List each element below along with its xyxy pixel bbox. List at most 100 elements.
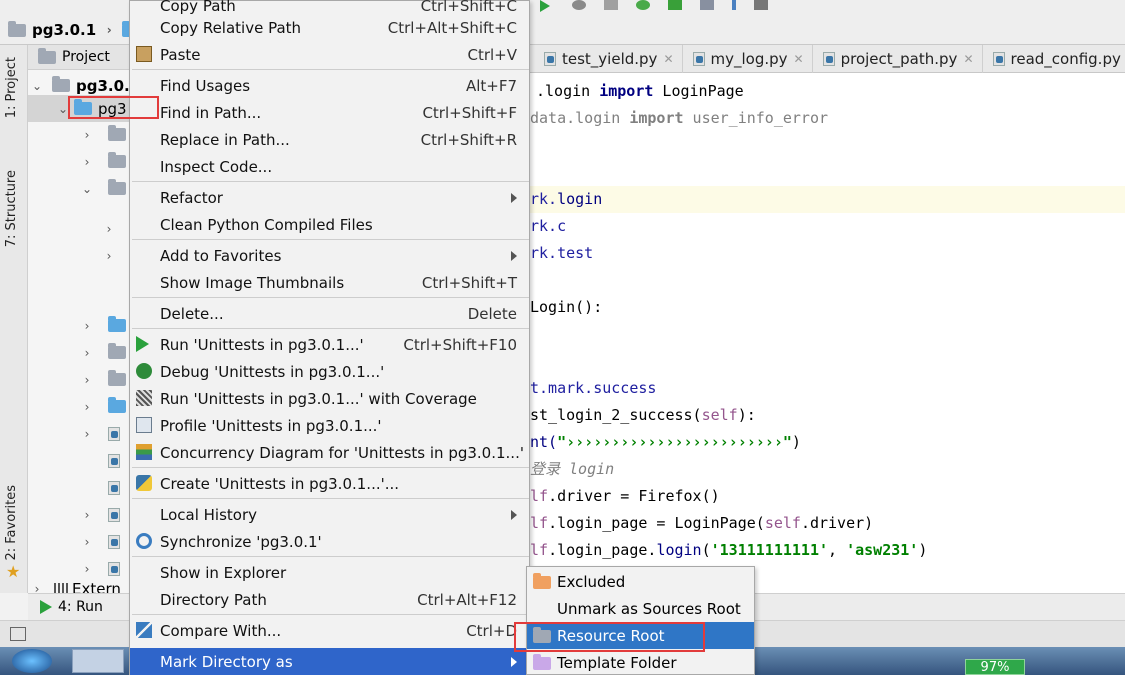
- chevron-right-icon: ›: [84, 345, 90, 360]
- tab-favorites[interactable]: 2: Favorites: [4, 485, 19, 561]
- menu-item-find-in-path[interactable]: Find in Path... Ctrl+Shift+F: [130, 99, 529, 126]
- menu-item-find-usages[interactable]: Find Usages Alt+F7: [130, 72, 529, 99]
- breadcrumb[interactable]: pg3.0.1 ›: [8, 18, 141, 42]
- menu-item-profile[interactable]: Profile 'Unittests in pg3.0.1...': [130, 412, 529, 439]
- submenu-item-template-folder[interactable]: Template Folder: [527, 649, 754, 675]
- tab-structure[interactable]: 7: Structure: [4, 170, 19, 247]
- menu-item-copy-relative-path[interactable]: Copy Relative Path Ctrl+Alt+Shift+C: [130, 14, 529, 41]
- run-icon[interactable]: [540, 0, 554, 12]
- folder-icon: [108, 152, 126, 168]
- menu-item-compare-with[interactable]: Compare With... Ctrl+D: [130, 617, 529, 644]
- project-panel-title: Project: [62, 49, 110, 65]
- tab-label: read_config.py: [1010, 50, 1121, 68]
- tree-item[interactable]: ›: [80, 528, 120, 555]
- tab-project[interactable]: 1: Project: [4, 57, 19, 118]
- code-line: st_login_2_success(self):: [530, 406, 756, 424]
- run-tab[interactable]: 4: Run: [58, 599, 103, 615]
- python-file-icon: [992, 52, 1005, 66]
- debug-icon[interactable]: [572, 0, 586, 10]
- chevron-right-icon: ›: [84, 534, 90, 549]
- menu-item-synchronize[interactable]: Synchronize 'pg3.0.1': [130, 528, 529, 555]
- menu-item-run[interactable]: Run 'Unittests in pg3.0.1...' Ctrl+Shift+…: [130, 331, 529, 358]
- tab-read-config[interactable]: read_config.py: [983, 45, 1125, 73]
- menu-item-delete[interactable]: Delete... Delete: [130, 300, 529, 327]
- sdk-icon[interactable]: [754, 0, 768, 10]
- mark-directory-submenu: Excluded Unmark as Sources Root Resource…: [526, 566, 755, 675]
- panel-toggle-icon[interactable]: [10, 627, 26, 641]
- python-file-icon: [108, 561, 120, 576]
- tree-item[interactable]: ›: [102, 242, 116, 269]
- tab-project-path[interactable]: project_path.py ✕: [813, 45, 983, 73]
- tree-item[interactable]: [94, 447, 120, 474]
- tab-test-yield[interactable]: test_yield.py ✕: [530, 45, 683, 73]
- chevron-down-icon: ⌄: [31, 78, 43, 93]
- menu-item-debug[interactable]: Debug 'Unittests in pg3.0.1...': [130, 358, 529, 385]
- battery-indicator[interactable]: 97%: [965, 659, 1025, 675]
- tree-item[interactable]: ›: [80, 420, 120, 447]
- coverage-icon[interactable]: [604, 0, 618, 10]
- submenu-item-excluded[interactable]: Excluded: [527, 568, 754, 595]
- folder-icon: [52, 76, 70, 92]
- tab-label: test_yield.py: [562, 50, 658, 68]
- tree-item[interactable]: ⌄: [80, 175, 126, 202]
- close-icon[interactable]: ✕: [794, 52, 804, 66]
- tree-item[interactable]: ›: [80, 339, 126, 366]
- menu-item-inspect-code[interactable]: Inspect Code...: [130, 153, 529, 180]
- tree-item[interactable]: [94, 474, 120, 501]
- menu-item-mark-directory[interactable]: Mark Directory as: [130, 648, 529, 675]
- code-editor[interactable]: .login import LoginPage data.login impor…: [530, 73, 1125, 593]
- close-icon[interactable]: ✕: [963, 52, 973, 66]
- submenu-arrow-icon: [511, 657, 517, 667]
- menu-item-local-history[interactable]: Local History: [130, 501, 529, 528]
- tree-item[interactable]: ›: [80, 501, 120, 528]
- tree-item[interactable]: ›: [80, 148, 126, 175]
- menu-item-replace-in-path[interactable]: Replace in Path... Ctrl+Shift+R: [130, 126, 529, 153]
- code-line: t.mark.success: [530, 379, 657, 397]
- close-icon[interactable]: ✕: [663, 52, 673, 66]
- menu-item-directory-path[interactable]: Directory Path Ctrl+Alt+F12: [130, 586, 529, 613]
- project-panel-header[interactable]: Project: [28, 45, 130, 70]
- profile-icon: [136, 417, 152, 433]
- code-line: lf.login_page.login('13111111111', 'asw2…: [530, 541, 928, 559]
- menu-item-run-coverage[interactable]: Run 'Unittests in pg3.0.1...' with Cover…: [130, 385, 529, 412]
- folder-icon: [108, 397, 126, 413]
- tree-item[interactable]: ›: [80, 393, 126, 420]
- submenu-item-unmark[interactable]: Unmark as Sources Root: [527, 595, 754, 622]
- folder-icon: [8, 20, 26, 37]
- menu-item-paste[interactable]: Paste Ctrl+V: [130, 41, 529, 68]
- tab-label: my_log.py: [710, 50, 788, 68]
- tab-my-log[interactable]: my_log.py ✕: [683, 45, 813, 73]
- python-file-icon: [108, 507, 120, 522]
- tree-item[interactable]: ›: [80, 121, 126, 148]
- menu-item-concurrency[interactable]: Concurrency Diagram for 'Unittests in pg…: [130, 439, 529, 466]
- tree-item[interactable]: ›: [80, 366, 126, 393]
- chevron-right-icon: ›: [84, 127, 90, 142]
- menu-item-add-favorites[interactable]: Add to Favorites: [130, 242, 529, 269]
- taskbar-app-icon[interactable]: [72, 649, 124, 673]
- step-icon[interactable]: [668, 0, 682, 10]
- code-line: lf.login_page = LoginPage(self.driver): [530, 514, 874, 532]
- menu-item-show-explorer[interactable]: Show in Explorer: [130, 559, 529, 586]
- menu-item-create[interactable]: Create 'Unittests in pg3.0.1...'...: [130, 470, 529, 497]
- chevron-right-icon: ›: [106, 23, 112, 37]
- profile-icon[interactable]: [636, 0, 650, 10]
- folder-icon: [108, 370, 126, 386]
- menu-item-show-thumbnails[interactable]: Show Image Thumbnails Ctrl+Shift+T: [130, 269, 529, 296]
- tool-window-strip: 1: Project 7: Structure 2: Favorites ★: [0, 45, 28, 593]
- start-button-icon[interactable]: [12, 649, 52, 673]
- menu-item-clean-python[interactable]: Clean Python Compiled Files: [130, 211, 529, 238]
- chevron-right-icon: ›: [84, 372, 90, 387]
- highlight-box-selected-folder: [68, 96, 159, 119]
- help-icon[interactable]: [732, 0, 736, 10]
- menu-item-refactor[interactable]: Refactor: [130, 184, 529, 211]
- concurrency-diagram-icon: [136, 444, 152, 460]
- build-icon[interactable]: [700, 0, 714, 10]
- chevron-right-icon: ›: [84, 426, 90, 441]
- tree-item[interactable]: ›: [80, 312, 126, 339]
- python-file-icon: [692, 52, 705, 66]
- breadcrumb-project[interactable]: pg3.0.1: [32, 21, 96, 39]
- submenu-arrow-icon: [511, 250, 517, 261]
- tree-item[interactable]: ›: [102, 215, 116, 242]
- context-menu: Copy Path Ctrl+Shift+C Copy Relative Path…: [129, 0, 530, 675]
- template-folder-icon: [533, 654, 551, 670]
